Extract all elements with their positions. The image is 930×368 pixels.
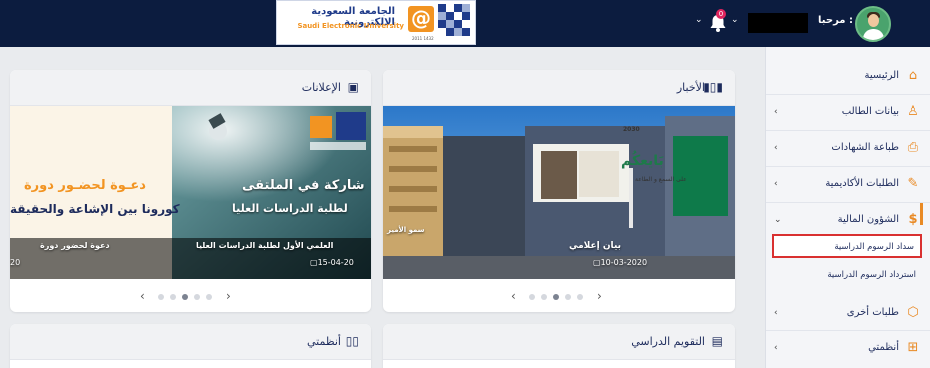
my-systems-title: أنظمتي: [307, 335, 341, 348]
user-name-redacted: [748, 13, 808, 33]
logo-grid-icon: [438, 4, 470, 36]
news-banner-subtext: على السمع و الطاعة: [635, 176, 687, 183]
box-icon: ⬡: [907, 305, 919, 320]
chevron-left-icon: ‹: [774, 343, 778, 353]
chevron-right-icon[interactable]: ›: [597, 289, 602, 303]
chevron-down-icon: ⌄: [774, 215, 782, 225]
chevron-left-icon: ‹: [774, 107, 778, 117]
sidebar-item-student-data[interactable]: ♙ بيانات الطالب ‹: [766, 97, 930, 129]
chevron-left-icon: ‹: [774, 143, 778, 153]
chevron-left-icon[interactable]: ‹: [511, 289, 516, 303]
news-image: [383, 106, 735, 279]
calendar-icon: ▤: [711, 334, 723, 348]
announcements-slide[interactable]: شاركة في الملتقى لطلبة الدراسات العليا د…: [10, 106, 371, 279]
logo-name-en: Saudi Electronic University: [297, 22, 404, 30]
dollar-icon: $: [908, 212, 918, 227]
chevron-down-icon[interactable]: ⌄: [695, 15, 703, 25]
feather-icon: ✎: [907, 176, 919, 191]
notification-badge: 0: [716, 9, 726, 19]
chevron-left-icon: ‹: [774, 308, 778, 318]
news-side-caption: سمو الأمير: [387, 226, 425, 234]
user-icon: ♙: [907, 104, 919, 119]
announcement-b-date: 20: [10, 258, 21, 267]
pager-dot-active[interactable]: [553, 294, 559, 300]
active-indicator: [920, 203, 923, 225]
my-systems-card-header: ▯▯ أنظمتي: [10, 324, 371, 360]
announcements-card-header: ▣ الإعلانات: [10, 70, 371, 106]
sidebar-item-financial-affairs[interactable]: $ الشؤون المالية ⌄: [766, 205, 930, 237]
announcements-card: ▣ الإعلانات شاركة في الملتقى لطلبة الدرا…: [10, 70, 371, 312]
logo-at-icon: @: [408, 6, 434, 32]
chevron-right-icon[interactable]: ›: [226, 289, 231, 303]
news-card: ▮▯▮ الأخبار بَايعكُم على السمع و الطاعة …: [383, 70, 735, 312]
book-icon: ⊞: [907, 340, 919, 355]
logo-year: 2011 1432: [412, 36, 434, 41]
pager-dot-active[interactable]: [182, 294, 188, 300]
image-icon: ▣: [347, 80, 359, 94]
sidebar-item-home[interactable]: ⌂ الرئيسية: [766, 61, 930, 93]
sidebar-item-print-certificates[interactable]: ⎙ طباعة الشهادات ‹: [766, 133, 930, 165]
sidebar-item-my-systems[interactable]: ⊞ أنظمتي ‹: [766, 333, 930, 365]
printer-icon: ⎙: [907, 140, 919, 155]
avatar[interactable]: [855, 6, 891, 42]
news-date: ▢10-03-2020: [593, 258, 648, 267]
greeting-text: مرحبا :: [818, 15, 853, 26]
chevron-left-icon: ‹: [774, 179, 778, 189]
announcement-caption: العلمي الأول لطلبة الدراسات العليا: [196, 241, 334, 250]
calendar-card-header: ▤ التقويم الدراسي: [383, 324, 735, 360]
announcement-b-headline-2: كورونا بين الإشاعة والحقيقة: [10, 202, 180, 216]
pager-dot[interactable]: [529, 294, 535, 300]
sidebar-item-academic-requests[interactable]: ✎ الطلبات الأكاديمية ‹: [766, 169, 930, 201]
pager-dot[interactable]: [158, 294, 164, 300]
chevron-left-icon[interactable]: ‹: [140, 289, 145, 303]
chevron-down-icon[interactable]: ⌄: [731, 15, 739, 25]
calendar-card[interactable]: ▤ التقويم الدراسي: [383, 324, 735, 368]
announcement-b-caption: دعوة لحضور دورة: [40, 241, 110, 250]
calendar-icon: ▢: [593, 258, 601, 267]
submenu-refund-tuition[interactable]: استرداد الرسوم الدراسية: [772, 264, 922, 288]
announcements-pager: ‹ ›: [140, 289, 240, 305]
news-banner-badge: 2030: [623, 126, 640, 133]
announcement-b-headline-1: دعـوة لحضـور دورة: [24, 178, 146, 193]
my-systems-card[interactable]: ▯▯ أنظمتي: [10, 324, 371, 368]
news-card-header: ▮▯▮ الأخبار: [383, 70, 735, 106]
news-pager: ‹ ›: [511, 289, 611, 305]
calendar-title: التقويم الدراسي: [631, 335, 705, 348]
book-icon: ▯▯: [345, 334, 359, 348]
sidebar: ⌂ الرئيسية ♙ بيانات الطالب ‹ ⎙ طباعة الش…: [765, 47, 930, 368]
home-icon: ⌂: [908, 68, 918, 83]
news-caption: بيان إعلامي: [569, 241, 621, 251]
announcement-headline-2: لطلبة الدراسات العليا: [232, 202, 348, 215]
pager-dot[interactable]: [565, 294, 571, 300]
news-title: الأخبار: [676, 81, 705, 94]
announcement-headline-1: شاركة في الملتقى: [242, 178, 365, 193]
calendar-icon: ▢: [310, 258, 318, 267]
submenu-pay-tuition[interactable]: سداد الرسوم الدراسية: [772, 234, 922, 258]
pager-dot[interactable]: [194, 294, 200, 300]
pager-dot[interactable]: [170, 294, 176, 300]
bar-chart-icon: ▮▯▮: [703, 80, 723, 94]
news-slide[interactable]: بَايعكُم على السمع و الطاعة 2030 سمو الأ…: [383, 106, 735, 279]
sidebar-item-other-requests[interactable]: ⬡ طلبات أخرى ‹: [766, 298, 930, 330]
announcement-date: ▢15-04-20: [310, 258, 354, 267]
announcements-title: الإعلانات: [301, 81, 341, 94]
news-banner-text: بَايعكُم: [621, 153, 664, 169]
pager-dot[interactable]: [541, 294, 547, 300]
pager-dot[interactable]: [577, 294, 583, 300]
pager-dot[interactable]: [206, 294, 212, 300]
